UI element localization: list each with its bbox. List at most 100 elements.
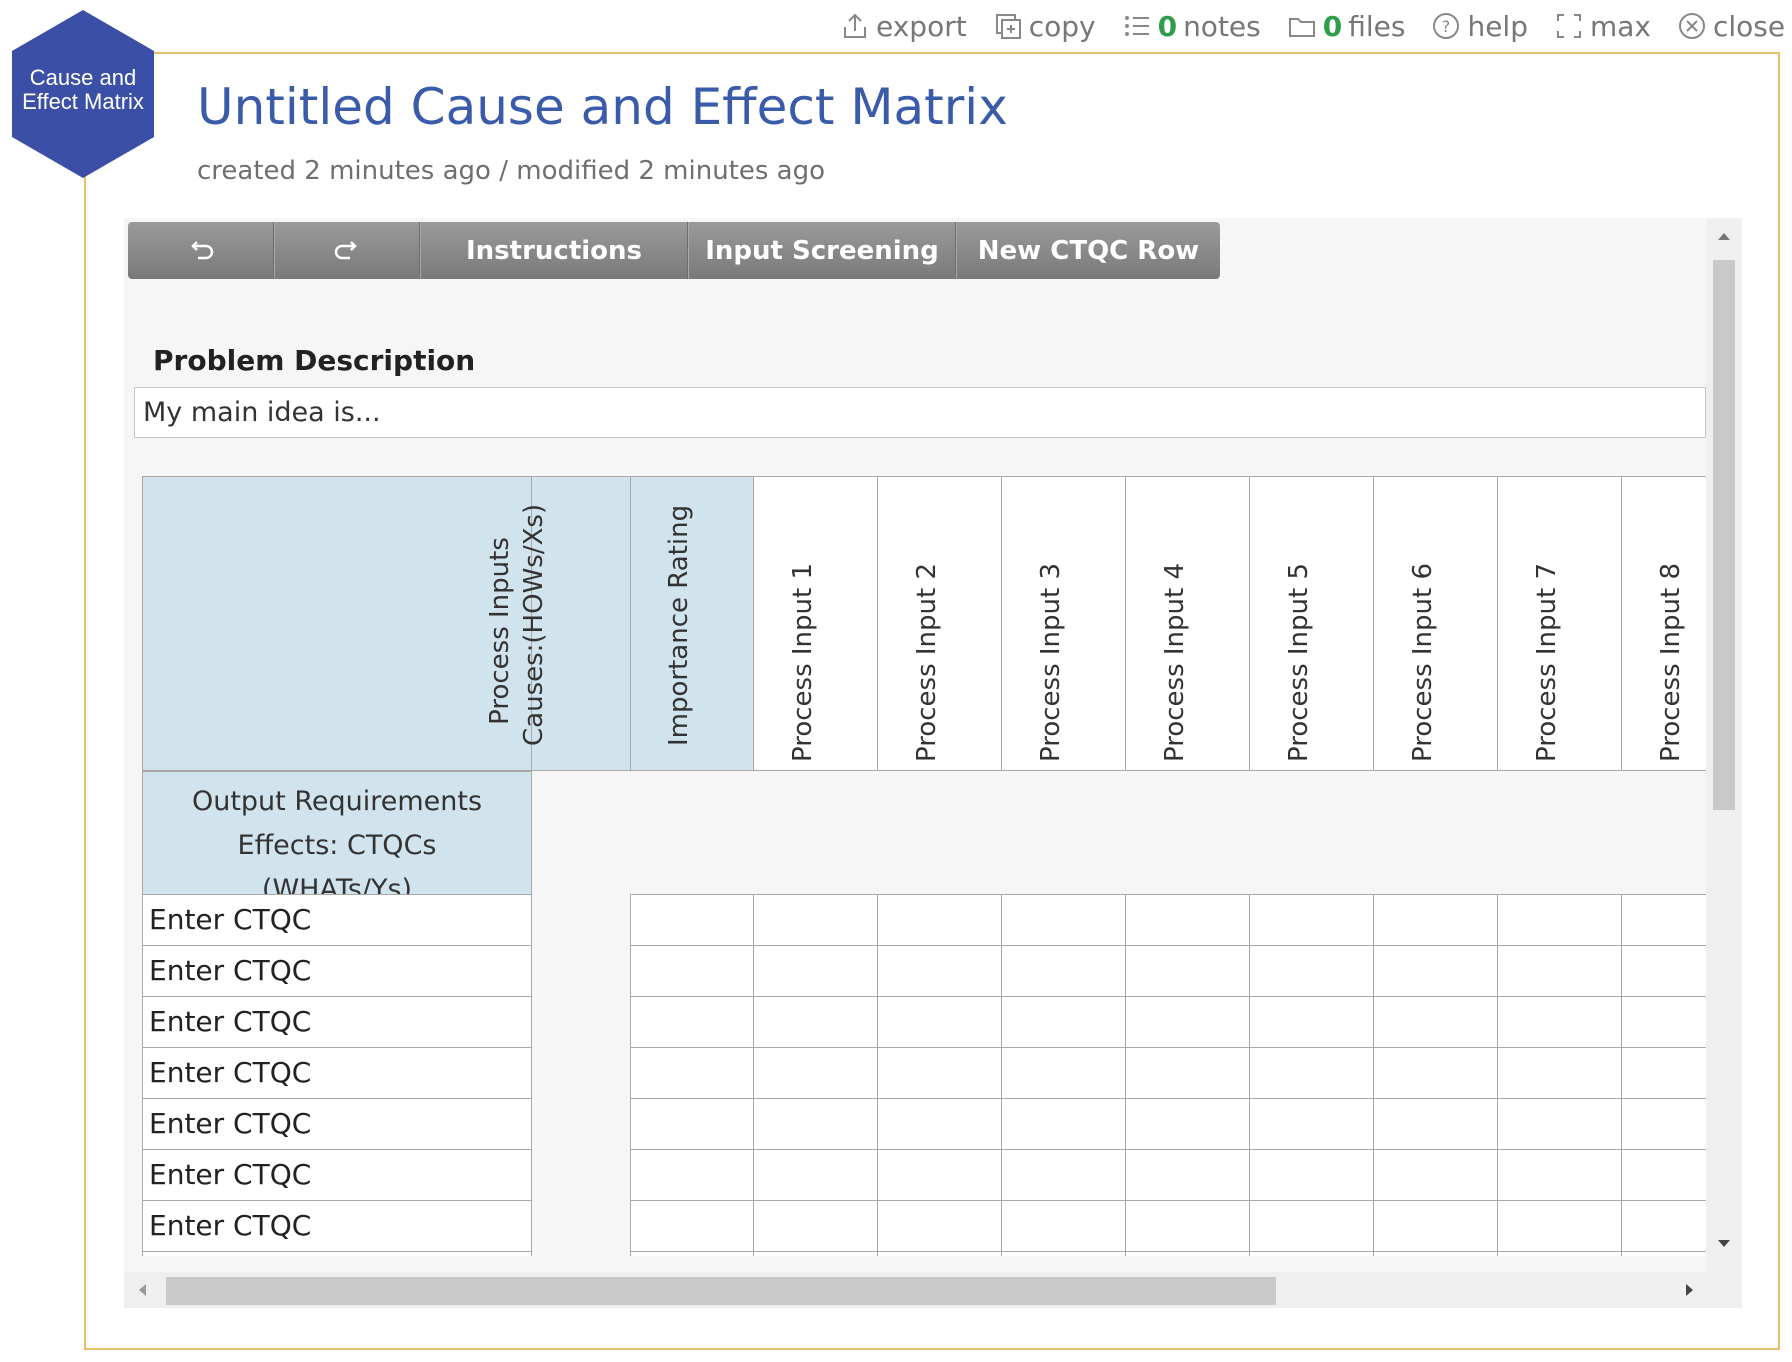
ctqc-row-label[interactable]: Enter CTQC [142,1098,532,1150]
matrix-score-cell[interactable] [1125,1251,1250,1256]
vertical-scroll-thumb[interactable] [1713,260,1735,810]
matrix-score-cell[interactable] [1621,1149,1712,1201]
max-button[interactable]: max [1554,10,1651,43]
export-button[interactable]: export [840,10,967,43]
matrix-score-cell[interactable] [877,1251,1002,1256]
matrix-score-cell[interactable] [753,1200,878,1252]
process-input-header[interactable]: Process Input 7 [1497,476,1622,771]
matrix-score-cell[interactable] [1497,945,1622,997]
process-input-header[interactable]: Process Input 6 [1373,476,1498,771]
scroll-up-arrow-icon[interactable] [1716,230,1732,242]
process-input-header[interactable]: Process Input 8 [1621,476,1712,771]
matrix-score-cell[interactable] [1497,996,1622,1048]
matrix-score-cell[interactable] [1249,945,1374,997]
matrix-score-cell[interactable] [753,1149,878,1201]
matrix-score-cell[interactable] [1497,1251,1622,1256]
importance-rating-cell[interactable] [630,1149,754,1201]
matrix-score-cell[interactable] [877,1149,1002,1201]
matrix-score-cell[interactable] [1125,945,1250,997]
instructions-button[interactable]: Instructions [420,222,688,279]
matrix-score-cell[interactable] [753,1047,878,1099]
matrix-score-cell[interactable] [1621,1200,1712,1252]
matrix-score-cell[interactable] [1621,894,1712,946]
matrix-score-cell[interactable] [1125,1149,1250,1201]
matrix-score-cell[interactable] [1373,1047,1498,1099]
matrix-score-cell[interactable] [1125,1047,1250,1099]
matrix-score-cell[interactable] [1621,1251,1712,1256]
problem-description-input[interactable] [134,387,1706,438]
process-input-header[interactable]: Process Input 5 [1249,476,1374,771]
matrix-score-cell[interactable] [1001,1251,1126,1256]
matrix-score-cell[interactable] [1125,996,1250,1048]
importance-rating-cell[interactable] [630,1047,754,1099]
matrix-score-cell[interactable] [1373,894,1498,946]
process-input-header[interactable]: Process Input 1 [753,476,878,771]
matrix-score-cell[interactable] [1125,1098,1250,1150]
matrix-score-cell[interactable] [1001,945,1126,997]
matrix-score-cell[interactable] [1249,894,1374,946]
matrix-score-cell[interactable] [1497,1200,1622,1252]
page-title[interactable]: Untitled Cause and Effect Matrix [197,78,1008,136]
matrix-score-cell[interactable] [1373,1149,1498,1201]
matrix-score-cell[interactable] [877,1098,1002,1150]
matrix-score-cell[interactable] [1373,1098,1498,1150]
notes-button[interactable]: 0 notes [1122,10,1261,43]
matrix-score-cell[interactable] [1249,1149,1374,1201]
matrix-score-cell[interactable] [1001,894,1126,946]
matrix-score-cell[interactable] [753,1251,878,1256]
matrix-score-cell[interactable] [877,1047,1002,1099]
matrix-score-cell[interactable] [1621,1047,1712,1099]
scroll-right-arrow-icon[interactable] [1684,1282,1696,1298]
ctqc-row-label[interactable]: Enter CTQC [142,1149,532,1201]
process-input-header[interactable]: Process Input 3 [1001,476,1126,771]
matrix-score-cell[interactable] [1497,1098,1622,1150]
help-button[interactable]: ? help [1431,10,1528,43]
matrix-score-cell[interactable] [1125,1200,1250,1252]
redo-button[interactable] [274,222,420,279]
matrix-score-cell[interactable] [877,894,1002,946]
matrix-score-cell[interactable] [1125,894,1250,946]
matrix-score-cell[interactable] [1249,996,1374,1048]
importance-rating-cell[interactable] [630,1200,754,1252]
matrix-score-cell[interactable] [753,945,878,997]
scroll-left-arrow-icon[interactable] [136,1282,148,1298]
matrix-score-cell[interactable] [877,945,1002,997]
matrix-score-cell[interactable] [1373,996,1498,1048]
vertical-scrollbar[interactable] [1706,218,1742,1308]
matrix-score-cell[interactable] [753,1098,878,1150]
matrix-score-cell[interactable] [1249,1047,1374,1099]
copy-button[interactable]: copy [993,10,1096,43]
matrix-score-cell[interactable] [753,894,878,946]
importance-rating-cell[interactable] [630,945,754,997]
matrix-score-cell[interactable] [1001,1200,1126,1252]
matrix-score-cell[interactable] [877,1200,1002,1252]
importance-rating-cell[interactable] [630,1098,754,1150]
matrix-score-cell[interactable] [1249,1098,1374,1150]
ctqc-row-label[interactable]: Enter CTQC [142,945,532,997]
matrix-score-cell[interactable] [1621,996,1712,1048]
ctqc-row-label[interactable]: Enter CTQC [142,1200,532,1252]
matrix-score-cell[interactable] [1373,1251,1498,1256]
importance-rating-cell[interactable] [630,1251,754,1256]
new-ctqc-row-button[interactable]: New CTQC Row [956,222,1220,279]
matrix-score-cell[interactable] [1497,1149,1622,1201]
ctqc-row-label[interactable]: Enter CTQC [142,1047,532,1099]
ctqc-row-label-partial[interactable] [142,1251,532,1256]
matrix-score-cell[interactable] [1621,945,1712,997]
importance-rating-cell[interactable] [630,894,754,946]
close-button[interactable]: close [1677,10,1785,43]
horizontal-scrollbar[interactable] [124,1272,1706,1308]
importance-rating-cell[interactable] [630,996,754,1048]
matrix-score-cell[interactable] [1497,1047,1622,1099]
matrix-score-cell[interactable] [753,996,878,1048]
process-input-header[interactable]: Process Input 4 [1125,476,1250,771]
process-input-header[interactable]: Process Input 2 [877,476,1002,771]
scroll-down-arrow-icon[interactable] [1716,1238,1732,1250]
matrix-score-cell[interactable] [1373,945,1498,997]
ctqc-row-label[interactable]: Enter CTQC [142,996,532,1048]
matrix-score-cell[interactable] [1621,1098,1712,1150]
matrix-score-cell[interactable] [1001,1098,1126,1150]
horizontal-scroll-thumb[interactable] [166,1277,1276,1305]
matrix-score-cell[interactable] [1373,1200,1498,1252]
ctqc-row-label[interactable]: Enter CTQC [142,894,532,946]
